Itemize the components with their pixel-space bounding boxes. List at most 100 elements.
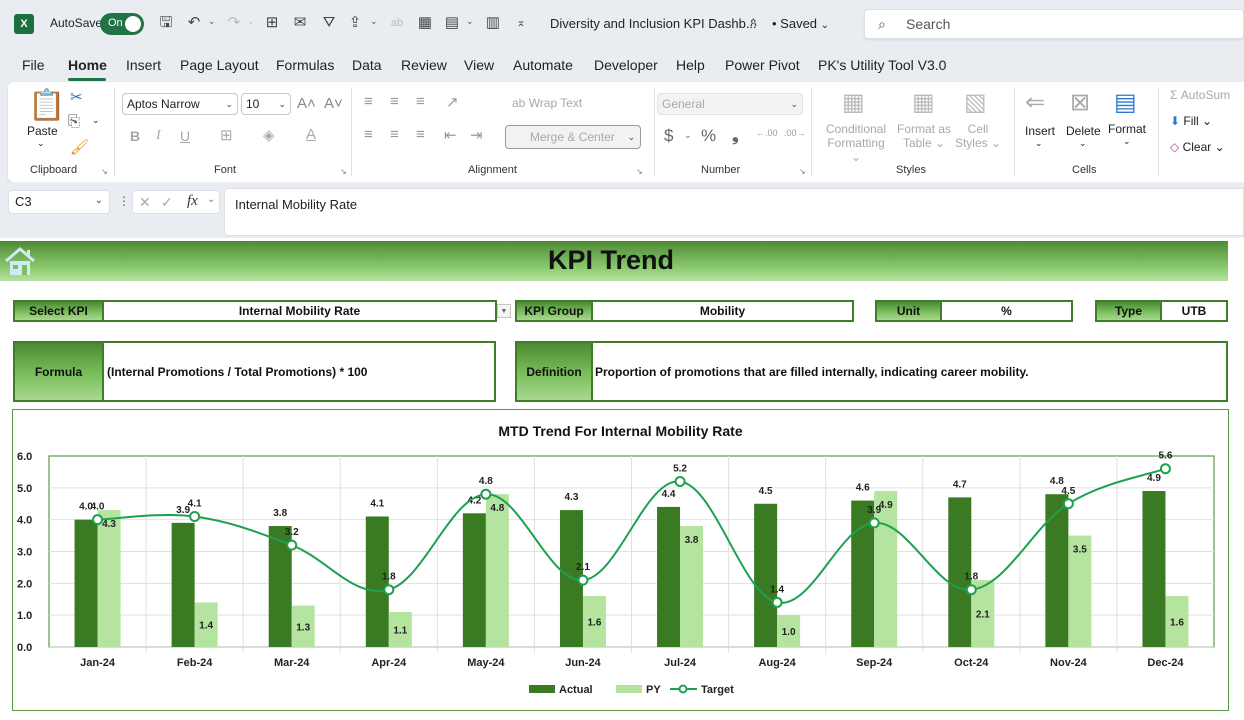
format-as-table-button[interactable]: Format as Table ⌄ [895,122,953,150]
fill-button[interactable]: ⬇ Fill ⌄ [1170,114,1212,128]
copy-icon[interactable]: ⎘ [68,113,80,130]
paste-icon[interactable]: 📋 [28,88,65,123]
format-cells-icon[interactable]: ▤ [1114,88,1137,117]
merge-center-button[interactable]: Merge & Center ⌄ [505,125,641,149]
formula-input[interactable]: Internal Mobility Rate [224,188,1244,236]
document-title[interactable]: Diversity and Inclusion KPI Dashb... [550,16,757,31]
tab-view[interactable]: View [464,57,494,73]
insert-button[interactable]: Insert [1025,124,1055,138]
attach-icon[interactable]: ✉ [291,14,309,32]
bold-button[interactable]: B [130,128,140,144]
align-right-icon[interactable]: ≡ [416,126,425,143]
calculator-icon[interactable]: ▤ [443,14,461,32]
calc-dropdown-icon[interactable]: ⌄ [466,16,474,27]
redo-dropdown-icon[interactable]: ⌄ [247,16,255,27]
font-size-select[interactable]: 10 ⌄ [241,93,291,115]
coauthor-icon[interactable]: ጰ [750,15,757,30]
tab-insert[interactable]: Insert [126,57,161,73]
borders-icon[interactable]: ⊞ [263,14,281,32]
italic-button[interactable]: I [156,128,161,144]
decrease-font-icon[interactable]: A˅ [324,95,343,112]
tab-power-pivot[interactable]: Power Pivot [725,57,800,73]
more-options-icon[interactable]: ⋮ [118,194,130,208]
spelling-icon[interactable]: ab [388,14,406,32]
undo-dropdown-icon[interactable]: ⌄ [208,16,216,27]
fill-color-icon[interactable]: ◈ [263,126,275,144]
align-left-icon[interactable]: ≡ [364,126,373,143]
customize-qat-icon[interactable]: ⌅ [512,14,530,32]
wrap-text-button[interactable]: ab Wrap Text [512,96,582,110]
increase-indent-icon[interactable]: ⇥ [470,126,483,144]
filter-icon[interactable]: ⛛ [320,14,338,32]
save-icon[interactable]: 🖫 [157,14,175,32]
cell-styles-button[interactable]: Cell Styles ⌄ [954,122,1002,150]
form-icon[interactable]: ▦ [416,14,434,32]
copy-dropdown-icon[interactable]: ⌄ [92,115,100,126]
tab-automate[interactable]: Automate [513,57,573,73]
cell-styles-icon[interactable]: ▧ [964,88,987,117]
percent-button[interactable]: % [701,126,716,146]
cancel-icon[interactable]: ✕ [139,194,151,211]
chevron-down-icon[interactable]: ⌄ [207,194,215,205]
kpi-dropdown-arrow-icon[interactable]: ▼ [497,304,511,318]
tab-pk-utility[interactable]: PK's Utility Tool V3.0 [818,57,946,73]
home-icon[interactable] [3,245,37,277]
conditional-formatting-button[interactable]: Conditional Formatting ⌄ [824,122,888,164]
insert-function-button[interactable]: fx [187,193,198,210]
autosave-toggle[interactable]: On [100,13,144,35]
paste-button[interactable]: Paste [27,124,58,138]
insert-cells-icon[interactable]: ⇐ [1025,88,1045,117]
share-export-icon[interactable]: ⇪ [346,14,364,32]
increase-font-icon[interactable]: A˄ [297,95,316,112]
increase-decimal-icon[interactable]: ←.00 [756,128,778,138]
tab-help[interactable]: Help [676,57,705,73]
chevron-down-icon[interactable]: ⌄ [1123,136,1131,147]
cut-icon[interactable]: ✂ [70,88,83,106]
currency-dropdown-icon[interactable]: ⌄ [684,130,692,141]
number-format-select[interactable]: General ⌄ [657,93,803,115]
redo-icon[interactable]: ↷ [225,14,243,32]
share-dropdown-icon[interactable]: ⌄ [370,16,378,27]
paste-dropdown-icon[interactable]: ⌄ [37,138,45,149]
autosum-button[interactable]: Σ AutoSum [1170,88,1230,102]
orientation-icon[interactable]: ↗ [446,93,459,111]
clipboard-launcher-icon[interactable]: ↘ [101,167,108,176]
tab-data[interactable]: Data [352,57,382,73]
delete-button[interactable]: Delete [1066,124,1101,138]
excel-icon[interactable]: X [14,14,34,34]
format-button[interactable]: Format [1108,122,1146,136]
decrease-decimal-icon[interactable]: .00→ [784,128,806,138]
comma-button[interactable]: ❟ [732,126,739,146]
alignment-launcher-icon[interactable]: ↘ [636,167,643,176]
underline-button[interactable]: U [180,128,190,144]
enter-icon[interactable]: ✓ [161,194,173,211]
chevron-down-icon[interactable]: ⌄ [1035,138,1043,149]
mtd-trend-chart[interactable]: MTD Trend For Internal Mobility Rate 0.0… [12,409,1229,711]
tab-file[interactable]: File [22,57,45,73]
align-center-icon[interactable]: ≡ [390,126,399,143]
number-launcher-icon[interactable]: ↘ [799,167,806,176]
chevron-down-icon[interactable]: ⌄ [1079,138,1087,149]
font-launcher-icon[interactable]: ↘ [340,167,347,176]
tab-formulas[interactable]: Formulas [276,57,334,73]
delete-cells-icon[interactable]: ⊠ [1070,88,1090,117]
format-painter-icon[interactable]: 🖌 [70,138,89,156]
tab-home[interactable]: Home [68,57,107,73]
conditional-formatting-icon[interactable]: ▦ [842,88,865,117]
undo-icon[interactable]: ↶ [185,14,203,32]
font-color-icon[interactable]: A [306,126,316,143]
saved-status[interactable]: • Saved ⌄ [772,16,829,31]
format-as-table-icon[interactable]: ▦ [912,88,935,117]
decrease-indent-icon[interactable]: ⇤ [444,126,457,144]
align-top-icon[interactable]: ≡ [364,93,373,110]
align-middle-icon[interactable]: ≡ [390,93,399,110]
tab-review[interactable]: Review [401,57,447,73]
tab-developer[interactable]: Developer [594,57,658,73]
tab-page-layout[interactable]: Page Layout [180,57,259,73]
borders-icon[interactable]: ⊞ [220,126,233,144]
select-kpi-cell[interactable]: Internal Mobility Rate [104,300,497,322]
font-name-select[interactable]: Aptos Narrow ⌄ [122,93,238,115]
align-bottom-icon[interactable]: ≡ [416,93,425,110]
name-box[interactable]: C3 ⌄ [8,190,110,214]
clear-button[interactable]: ◇ Clear ⌄ [1170,140,1225,154]
